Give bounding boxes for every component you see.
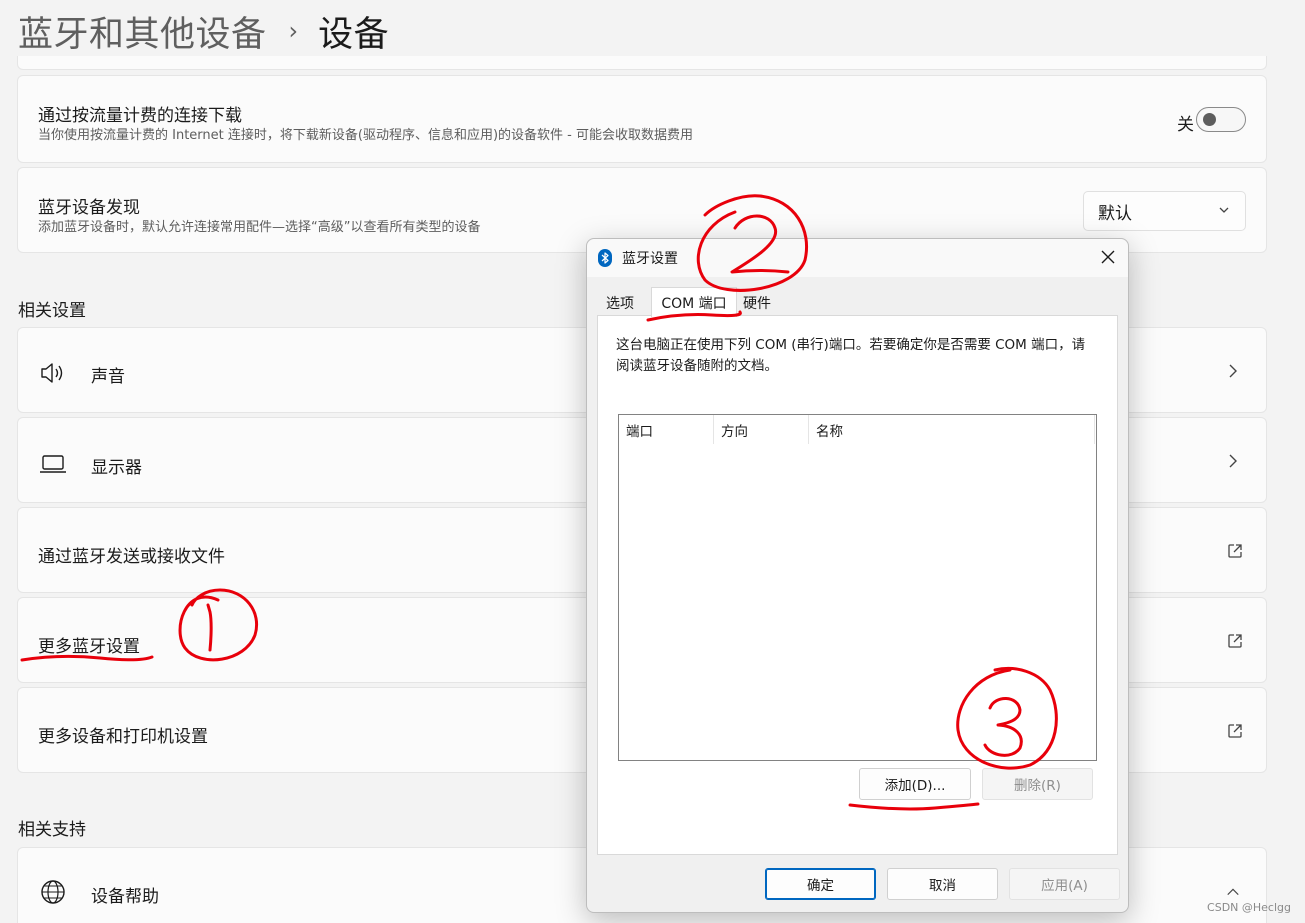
metered-download-title: 通过按流量计费的连接下载 [38,106,242,126]
laptop-icon [40,455,66,473]
bluetooth-discovery-title: 蓝牙设备发现 [38,198,140,218]
external-link-icon [1228,544,1242,558]
external-link-icon [1228,634,1242,648]
settings-row-label: 更多设备和打印机设置 [38,727,208,747]
metered-download-toggle[interactable] [1196,107,1246,132]
chevron-up-icon [1227,888,1239,896]
apply-button[interactable]: 应用(A) [1009,868,1120,900]
chevron-right-icon [1229,454,1237,468]
related-support-heading: 相关支持 [18,820,86,840]
settings-row-label: 设备帮助 [91,887,159,907]
remove-port-button[interactable]: 删除(R) [982,768,1093,800]
tab-hardware[interactable]: 硬件 [740,291,774,315]
dialog-titlebar[interactable]: 蓝牙设置 [587,239,1128,277]
tab-com-ports[interactable]: COM 端口 [651,287,737,317]
bluetooth-settings-dialog: 蓝牙设置 选项 COM 端口 硬件 这台电脑正在使用下列 COM (串行)端口。… [586,238,1129,913]
dialog-title: 蓝牙设置 [622,251,678,267]
chevron-right-icon [1229,364,1237,378]
breadcrumb: 蓝牙和其他设备 › 设备 [18,6,389,56]
settings-row-label: 显示器 [91,458,142,478]
bluetooth-discovery-desc: 添加蓝牙设备时，默认允许连接常用配件—选择“高级”以查看所有类型的设备 [38,220,481,235]
related-settings-heading: 相关设置 [18,301,86,321]
com-ports-panel: 这台电脑正在使用下列 COM (串行)端口。若要确定你是否需要 COM 端口，请… [597,315,1118,855]
bluetooth-icon [598,249,612,267]
add-port-button[interactable]: 添加(D)... [859,768,971,800]
column-header-port[interactable]: 端口 [619,415,714,444]
previous-card-edge [17,56,1267,70]
metered-download-desc: 当你使用按流量计费的 Internet 连接时，将下载新设备(驱动程序、信息和应… [38,128,693,143]
speaker-icon [41,363,63,383]
metered-download-card: 通过按流量计费的连接下载 当你使用按流量计费的 Internet 连接时，将下载… [17,75,1267,163]
toggle-knob [1203,113,1216,126]
tab-options[interactable]: 选项 [601,291,639,315]
ok-button[interactable]: 确定 [765,868,876,900]
chevron-down-icon [1219,207,1229,213]
breadcrumb-parent[interactable]: 蓝牙和其他设备 [18,6,267,57]
list-header: 端口 方向 名称 [619,415,1096,444]
column-header-direction[interactable]: 方向 [714,415,809,444]
com-ports-description: 这台电脑正在使用下列 COM (串行)端口。若要确定你是否需要 COM 端口，请… [616,337,1086,374]
globe-icon [41,880,65,904]
settings-row-label: 声音 [91,367,125,387]
close-icon[interactable] [1100,249,1116,265]
toggle-state-label: 关 [1177,115,1194,135]
settings-row-label: 更多蓝牙设置 [38,637,140,657]
external-link-icon [1228,724,1242,738]
com-ports-list[interactable]: 端口 方向 名称 [618,414,1097,761]
cancel-button[interactable]: 取消 [887,868,998,900]
discovery-dropdown[interactable]: 默认 [1083,191,1246,231]
watermark: CSDN @Heclgg [1207,901,1291,914]
column-header-name[interactable]: 名称 [809,415,1095,444]
dropdown-value: 默认 [1098,203,1132,224]
breadcrumb-separator: › [288,17,299,45]
settings-row-label: 通过蓝牙发送或接收文件 [38,547,225,567]
page-title: 设备 [318,14,390,55]
